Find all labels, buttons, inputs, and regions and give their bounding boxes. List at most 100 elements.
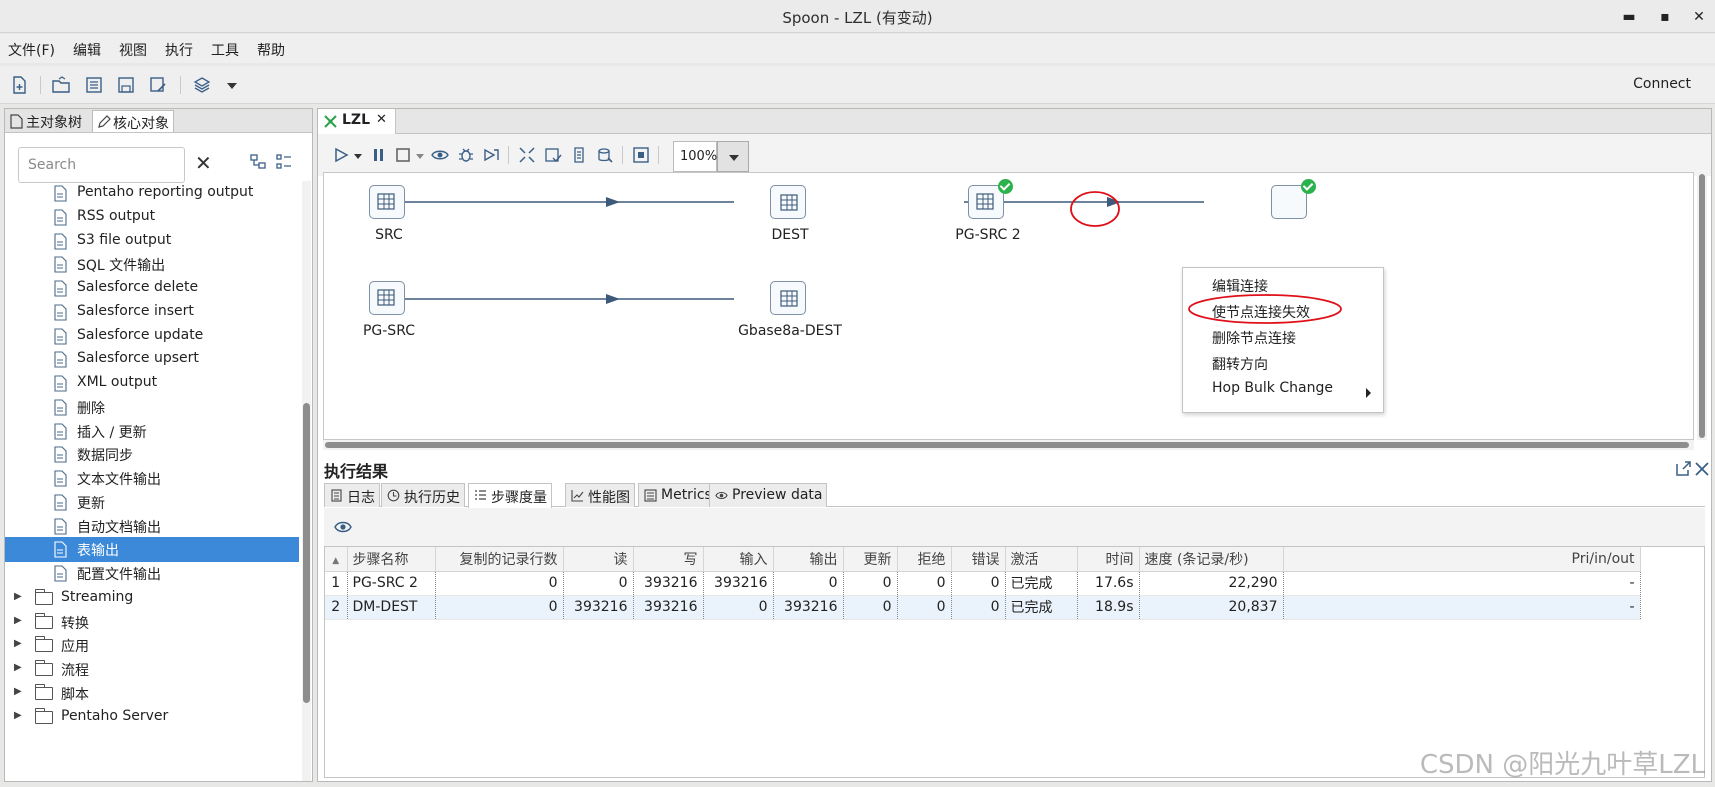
explore-db-icon[interactable] — [596, 146, 614, 164]
impact-icon[interactable] — [544, 146, 562, 164]
col-header-output[interactable]: 输出 — [773, 547, 844, 572]
step-dest[interactable] — [770, 185, 810, 221]
tree-item[interactable]: 数据同步 — [5, 442, 299, 467]
close-tab-icon[interactable]: ✕ — [376, 112, 387, 127]
menu-edit[interactable]: 编辑 — [73, 40, 101, 60]
hop-pgsrc-gbase[interactable] — [399, 294, 734, 304]
tree-item[interactable]: 删除 — [5, 395, 299, 420]
step-src[interactable] — [369, 185, 409, 221]
tree-folder[interactable]: ▶ 脚本 — [5, 681, 299, 706]
pause-icon[interactable] — [370, 146, 388, 164]
menu-item-flip-direction[interactable]: 翻转方向 — [1212, 354, 1268, 374]
col-header-written[interactable]: 写 — [633, 547, 704, 572]
new-file-icon[interactable] — [9, 75, 29, 95]
tree-folder[interactable]: ▶ 应用 — [5, 633, 299, 658]
stop-dropdown-icon[interactable] — [414, 146, 426, 164]
collapse-tree-icon[interactable] — [249, 153, 267, 171]
col-header-step-name[interactable]: 步骤名称 — [347, 547, 436, 572]
tab-log[interactable]: 日志 — [324, 483, 380, 507]
col-header-read[interactable]: 读 — [563, 547, 634, 572]
zoom-dropdown-button[interactable] — [717, 141, 749, 172]
tree-item[interactable]: XML output — [5, 371, 299, 396]
col-header-updated[interactable]: 更新 — [843, 547, 898, 572]
menu-item-delete-hop[interactable]: 删除节点连接 — [1212, 328, 1296, 348]
tree-item[interactable]: 自动文档输出 — [5, 514, 299, 539]
expand-arrow-icon[interactable]: ▶ — [14, 638, 22, 649]
sql-icon[interactable] — [570, 146, 588, 164]
table-row[interactable]: 2 DM-DEST 0 393216 393216 0 393216 0 0 0 已完成 18.9s 2… — [325, 595, 1641, 620]
tab-performance-graph[interactable]: 性能图 — [565, 483, 635, 507]
maximize-panel-icon[interactable] — [1674, 460, 1692, 478]
canvas-horizontal-scrollbar[interactable] — [323, 440, 1694, 450]
col-header-errors[interactable]: 错误 — [951, 547, 1006, 572]
replay-icon[interactable] — [482, 146, 500, 164]
menu-file[interactable]: 文件(F) — [8, 40, 55, 60]
tree-folder[interactable]: ▶ Pentaho Server — [5, 705, 299, 730]
tree-item[interactable]: Salesforce delete — [5, 276, 299, 301]
menu-tools[interactable]: 工具 — [211, 40, 239, 60]
clear-search-icon[interactable]: ✕ — [195, 151, 212, 175]
col-header-copied-rows[interactable]: 复制的记录行数 — [435, 547, 564, 572]
hop-src-dest[interactable] — [399, 197, 734, 207]
tree-item[interactable]: 更新 — [5, 490, 299, 515]
verify-icon[interactable] — [518, 146, 536, 164]
expand-arrow-icon[interactable]: ▶ — [14, 710, 22, 721]
tab-step-metrics[interactable]: 步骤度量 — [468, 483, 552, 508]
close-window-button[interactable]: ✕ — [1688, 6, 1710, 28]
menu-run[interactable]: 执行 — [165, 40, 193, 60]
layers-icon[interactable] — [192, 75, 212, 95]
tree-item[interactable]: Pentaho reporting output — [5, 181, 299, 206]
menu-item-hop-bulk-change[interactable]: Hop Bulk Change — [1212, 380, 1333, 396]
table-row[interactable]: 1 PG-SRC 2 0 0 393216 393216 0 0 0 0 已完成 17.6s 22,29… — [325, 571, 1641, 596]
tree-item[interactable]: RSS output — [5, 205, 299, 230]
run-icon[interactable] — [332, 146, 350, 164]
step-pg-src[interactable] — [369, 281, 409, 317]
show-only-active-eye-icon[interactable] — [334, 519, 352, 535]
search-input[interactable]: Search — [18, 147, 185, 183]
expand-arrow-icon[interactable]: ▶ — [14, 615, 22, 626]
col-header-active[interactable]: 激活 — [1005, 547, 1078, 572]
canvas-vscroll-thumb[interactable] — [1699, 174, 1705, 438]
tree-folder[interactable]: ▶ Streaming — [5, 586, 299, 611]
tab-main-tree[interactable]: 主对象树 — [6, 110, 86, 132]
expand-arrow-icon[interactable]: ▶ — [14, 662, 22, 673]
layers-dropdown-icon[interactable] — [222, 75, 242, 95]
sort-column-header[interactable]: ▲ — [325, 547, 348, 572]
debug-bug-icon[interactable] — [457, 146, 475, 164]
tree-item[interactable]: 表输出 — [5, 537, 299, 563]
tree-item[interactable]: Salesforce update — [5, 324, 299, 349]
save-as-icon[interactable] — [148, 75, 168, 95]
col-header-input[interactable]: 输入 — [703, 547, 774, 572]
zoom-input[interactable]: 100% — [673, 141, 717, 172]
step-gbase8a-dest[interactable] — [770, 281, 810, 317]
tree-item[interactable]: 配置文件输出 — [5, 561, 299, 586]
tree-folder[interactable]: ▶ 流程 — [5, 657, 299, 682]
save-icon[interactable] — [116, 75, 136, 95]
transformation-canvas[interactable]: SRC DEST PG-SRC 2 PG-SRC Gbase8a-DEST 编辑… — [323, 172, 1694, 440]
run-options-dropdown-icon[interactable] — [352, 146, 364, 164]
col-header-rejected[interactable]: 拒绝 — [897, 547, 952, 572]
tree-item[interactable]: SQL 文件输出 — [5, 252, 299, 277]
stop-icon[interactable] — [394, 146, 412, 164]
menu-help[interactable]: 帮助 — [257, 40, 285, 60]
expand-tree-icon[interactable] — [275, 153, 293, 171]
canvas-vertical-scrollbar[interactable] — [1697, 172, 1707, 440]
tab-preview-data[interactable]: Preview data — [709, 483, 828, 507]
col-header-speed[interactable]: 速度 (条记录/秒) — [1139, 547, 1284, 572]
tree-item[interactable]: 文本文件输出 — [5, 466, 299, 491]
tab-history[interactable]: 执行历史 — [381, 483, 465, 507]
tab-core-objects[interactable]: 核心对象 — [92, 110, 174, 132]
tree-item[interactable]: Salesforce upsert — [5, 347, 299, 372]
tree-item[interactable]: 插入 / 更新 — [5, 419, 299, 444]
connect-button[interactable]: Connect — [1633, 76, 1691, 92]
menu-view[interactable]: 视图 — [119, 40, 147, 60]
canvas-hscroll-thumb[interactable] — [325, 442, 1689, 448]
tab-metrics[interactable]: Metrics — [638, 483, 717, 507]
tree-item[interactable]: Salesforce insert — [5, 300, 299, 325]
col-header-pri-in-out[interactable]: Pri/in/out — [1283, 547, 1641, 572]
explore-repository-icon[interactable] — [84, 75, 104, 95]
minimize-button[interactable]: ▬ — [1618, 6, 1640, 28]
expand-arrow-icon[interactable]: ▶ — [14, 686, 22, 697]
expand-arrow-icon[interactable]: ▶ — [14, 591, 22, 602]
close-panel-icon[interactable] — [1693, 460, 1711, 478]
